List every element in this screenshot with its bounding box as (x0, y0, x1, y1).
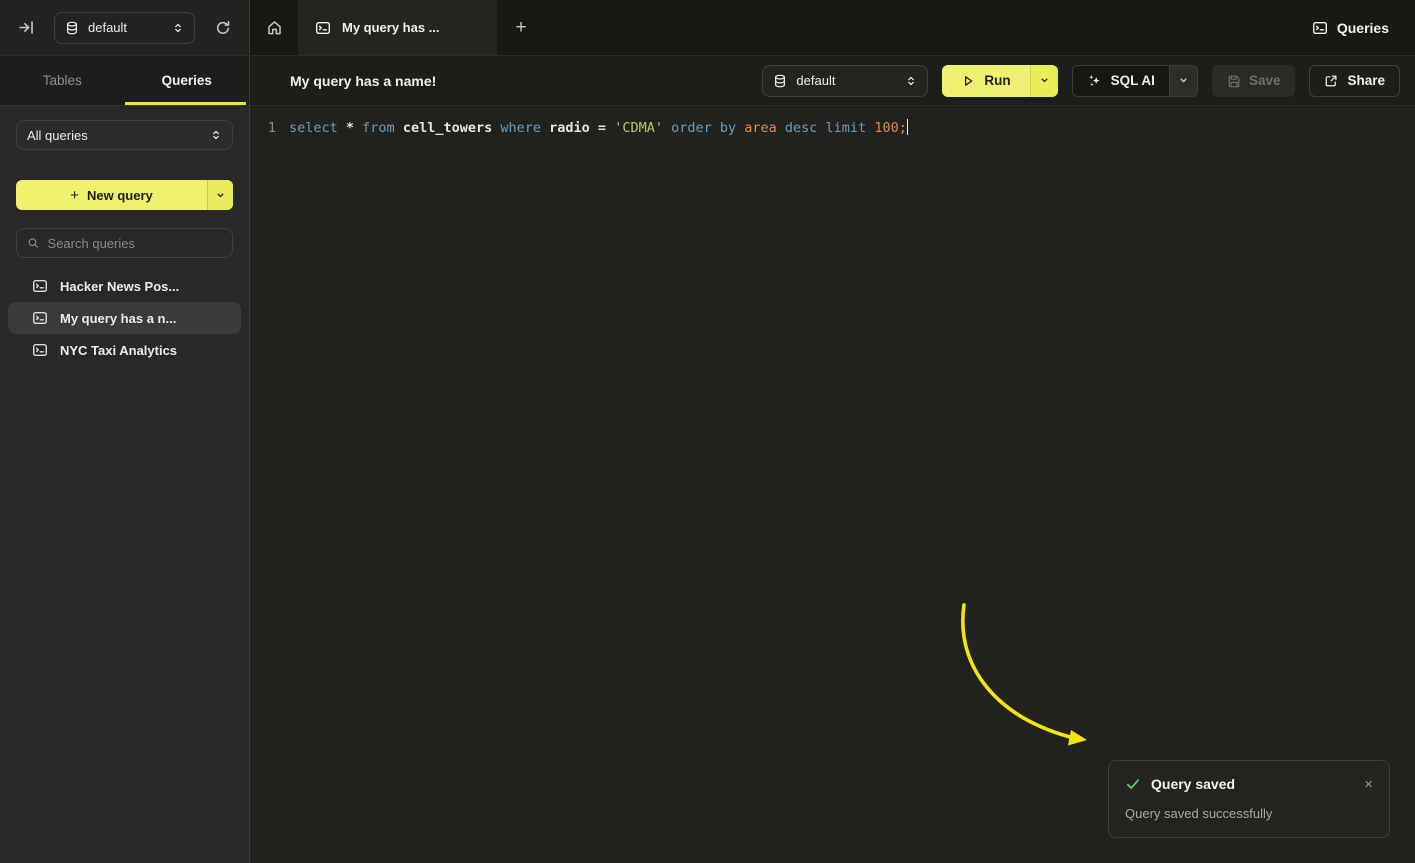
chevrons-up-down-icon (210, 129, 222, 141)
sql-ai-label: SQL AI (1111, 73, 1155, 88)
topbar-database-value: default (88, 20, 163, 35)
refresh-button[interactable] (210, 15, 236, 41)
collapse-sidebar-button[interactable] (13, 15, 39, 41)
code-token: select (289, 120, 346, 136)
query-list-item-label: NYC Taxi Analytics (60, 343, 177, 358)
code-row: 1 select * from cell_towers where radio … (250, 116, 1415, 140)
query-list-item[interactable]: My query has a n... (8, 302, 241, 334)
editor-tab-label: My query has ... (342, 20, 440, 35)
query-list-item[interactable]: NYC Taxi Analytics (8, 334, 241, 366)
toast-query-saved: Query saved × Query saved successfully (1108, 760, 1390, 838)
save-icon (1227, 74, 1241, 88)
toast-message: Query saved successfully (1125, 806, 1373, 821)
chevron-down-icon (215, 190, 226, 201)
query-list: Hacker News Pos... My query has a n... N… (8, 270, 241, 366)
chevrons-up-down-icon (905, 75, 917, 87)
new-query-button[interactable]: + New query (16, 180, 207, 210)
database-icon (65, 21, 79, 35)
query-list-item-label: Hacker News Pos... (60, 279, 179, 294)
run-dropdown-button[interactable] (1030, 65, 1058, 97)
search-queries-box (16, 228, 233, 258)
sql-ai-button-group: SQL AI (1072, 65, 1198, 97)
topbar-left-section: default (0, 0, 250, 55)
code-token: limit (826, 120, 875, 136)
toolbar-database-value: default (796, 73, 896, 88)
query-terminal-icon (1312, 20, 1328, 36)
query-terminal-icon (32, 342, 48, 358)
run-button[interactable]: Run (942, 65, 1029, 97)
query-terminal-icon (32, 278, 48, 294)
editor-tab[interactable]: My query has ... (298, 0, 497, 55)
toast-close-button[interactable]: × (1364, 777, 1373, 792)
save-button-label: Save (1249, 73, 1281, 88)
search-queries-input[interactable] (48, 236, 222, 251)
toolbar: default Run (762, 65, 1400, 97)
share-icon (1324, 74, 1338, 88)
sidebar: Tables Queries All queries + New query (0, 56, 250, 863)
sidebar-tabs: Tables Queries (0, 56, 249, 106)
code-token: area (744, 120, 785, 136)
queries-nav-label: Queries (1337, 20, 1389, 36)
share-button-label: Share (1347, 73, 1385, 88)
new-query-button-group: + New query (16, 180, 233, 210)
code-token: 100; (874, 120, 907, 136)
topbar-main-section: My query has ... + Queries (250, 0, 1415, 55)
code-token: cell_towers (403, 120, 501, 136)
chevrons-up-down-icon (172, 22, 184, 34)
query-filter-value: All queries (27, 128, 201, 143)
active-tab-underline (125, 102, 247, 105)
toast-title: Query saved (1151, 776, 1354, 792)
search-icon (27, 236, 40, 250)
home-icon (266, 19, 283, 36)
sidebar-content: All queries + New query (0, 106, 249, 366)
code-token: 'CDMA' (614, 120, 671, 136)
sql-console-app: default (0, 0, 1415, 863)
new-query-label: New query (87, 188, 153, 203)
query-terminal-icon (315, 20, 331, 36)
sparkles-icon (1087, 73, 1102, 88)
code-token: where (500, 120, 549, 136)
new-tab-button[interactable]: + (515, 17, 526, 39)
sql-ai-dropdown-button[interactable] (1169, 66, 1197, 96)
tab-queries[interactable]: Queries (125, 56, 250, 105)
main-panel: My query has a name! default (250, 56, 1415, 863)
topbar: default (0, 0, 1415, 56)
home-button[interactable] (261, 15, 287, 41)
code-token: desc (785, 120, 826, 136)
topbar-database-selector[interactable]: default (54, 12, 195, 44)
code-token: order by (671, 120, 744, 136)
query-filter-select[interactable]: All queries (16, 120, 233, 150)
refresh-icon (215, 20, 231, 36)
query-title: My query has a name! (290, 73, 762, 89)
query-list-item[interactable]: Hacker News Pos... (8, 270, 241, 302)
chevron-down-icon (1178, 75, 1189, 86)
run-button-group: Run (942, 65, 1057, 97)
query-terminal-icon (32, 310, 48, 326)
code-token: radio (549, 120, 598, 136)
code-line: select * from cell_towers where radio = … (289, 116, 908, 140)
chevron-down-icon (1039, 75, 1050, 86)
play-icon (961, 74, 975, 88)
tab-tables[interactable]: Tables (0, 56, 125, 105)
text-cursor (907, 119, 909, 135)
new-query-dropdown-button[interactable] (207, 180, 233, 210)
save-button[interactable]: Save (1212, 65, 1296, 97)
code-token: * (346, 120, 362, 136)
plus-icon: + (70, 187, 79, 204)
queries-nav[interactable]: Queries (1312, 0, 1389, 55)
sql-editor[interactable]: 1 select * from cell_towers where radio … (250, 106, 1415, 863)
collapse-sidebar-icon (18, 19, 35, 36)
database-icon (773, 74, 787, 88)
code-token: = (598, 120, 614, 136)
toolbar-database-selector[interactable]: default (762, 65, 928, 97)
main-header: My query has a name! default (250, 56, 1415, 106)
query-list-item-label: My query has a n... (60, 311, 176, 326)
code-token: from (362, 120, 403, 136)
line-number: 1 (250, 116, 276, 140)
sql-ai-button[interactable]: SQL AI (1073, 66, 1169, 96)
run-button-label: Run (984, 73, 1010, 88)
check-icon (1125, 776, 1141, 792)
share-button[interactable]: Share (1309, 65, 1400, 97)
